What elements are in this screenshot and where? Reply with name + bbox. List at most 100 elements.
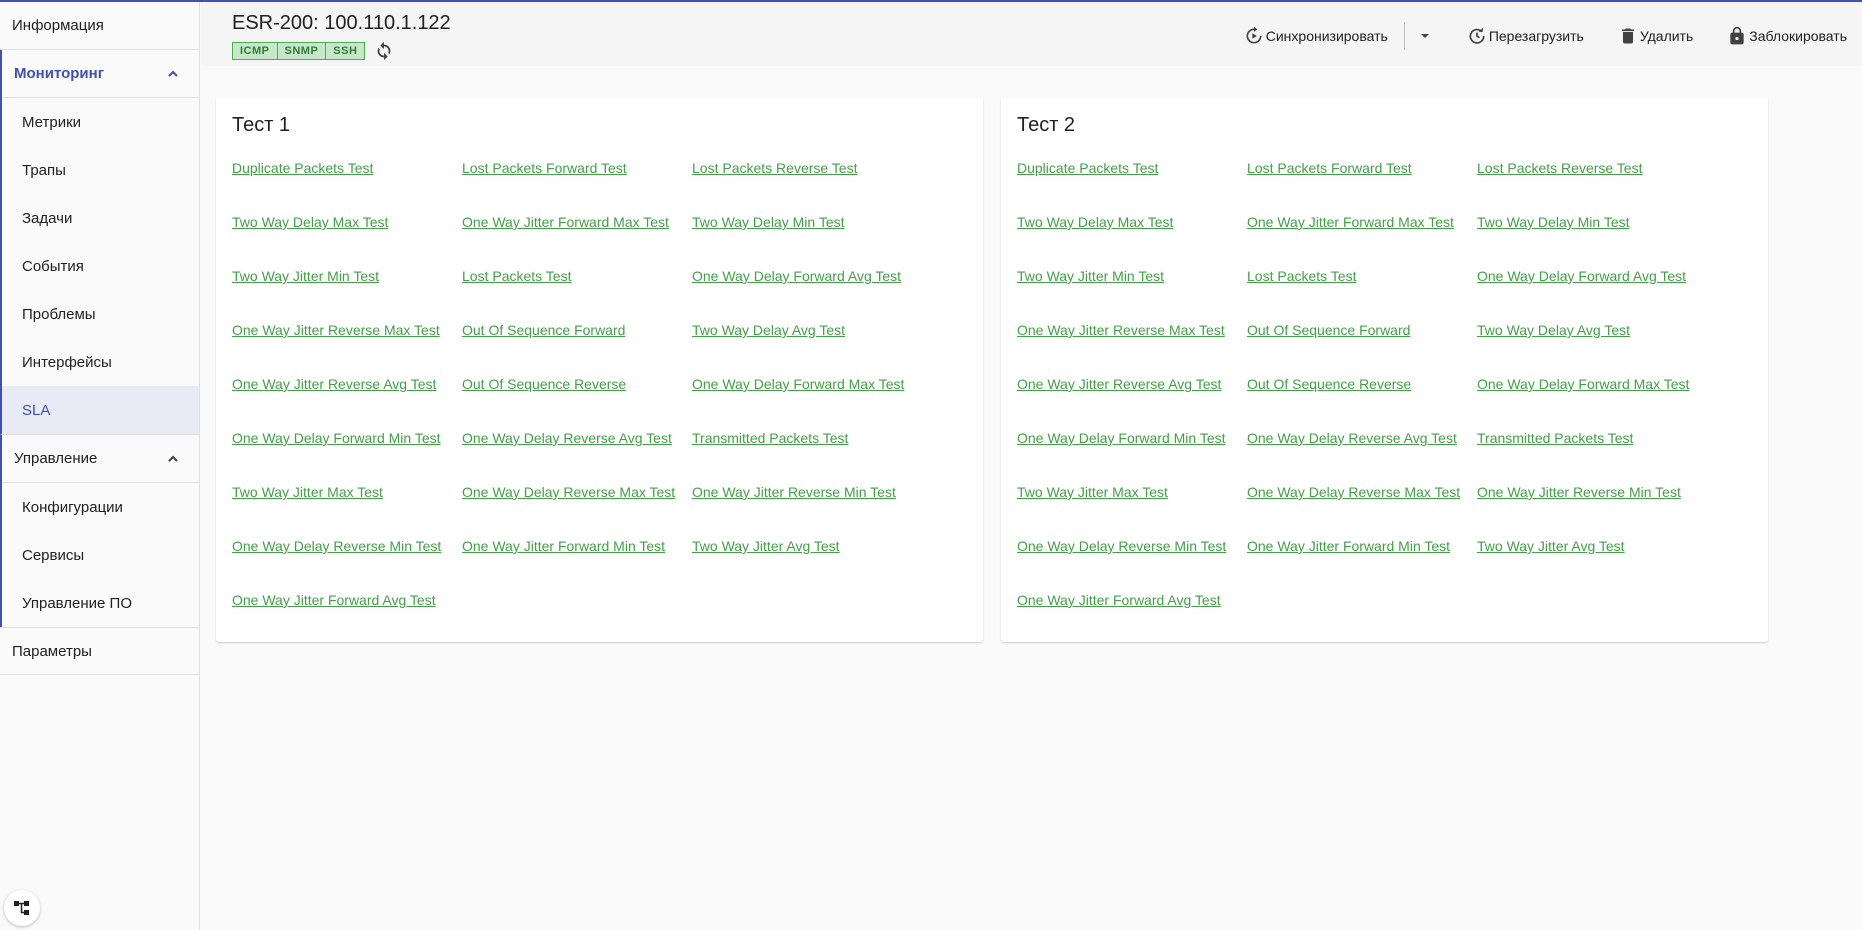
test-link[interactable]: Two Way Jitter Avg Test <box>692 538 922 592</box>
test-link[interactable]: Two Way Delay Avg Test <box>692 322 922 376</box>
test-link[interactable]: One Way Delay Forward Min Test <box>1017 430 1247 484</box>
caret-down-icon[interactable] <box>1417 28 1433 44</box>
test-link[interactable]: Two Way Delay Avg Test <box>1477 322 1707 376</box>
test-link[interactable]: Two Way Jitter Min Test <box>232 268 462 322</box>
test-link[interactable]: Two Way Jitter Avg Test <box>1477 538 1707 592</box>
sidebar-item-sla[interactable]: SLA <box>2 386 199 434</box>
sync-label: Синхронизировать <box>1265 28 1388 44</box>
sidebar-item-services[interactable]: Сервисы <box>2 531 199 579</box>
test-link[interactable]: Transmitted Packets Test <box>692 430 922 484</box>
sidebar-item-configurations[interactable]: Конфигурации <box>2 483 199 531</box>
test-link[interactable]: One Way Jitter Forward Min Test <box>1247 538 1477 592</box>
test-link[interactable]: Out Of Sequence Reverse <box>462 376 692 430</box>
test-link[interactable]: Transmitted Packets Test <box>1477 430 1707 484</box>
test-link[interactable]: One Way Jitter Reverse Min Test <box>692 484 922 538</box>
tree-icon <box>14 901 29 915</box>
sync-play-icon <box>1246 26 1262 44</box>
lock-icon <box>1730 26 1744 45</box>
card-title: Тест 1 <box>232 114 291 136</box>
sidebar-item-info[interactable]: Информация <box>0 2 199 50</box>
test-link[interactable]: One Way Delay Forward Avg Test <box>1477 268 1707 322</box>
test-link[interactable]: One Way Jitter Forward Min Test <box>462 538 692 592</box>
test-link[interactable]: One Way Jitter Reverse Max Test <box>1017 322 1247 376</box>
sidebar-group-label: Управление <box>14 450 98 467</box>
sidebar-item-traps[interactable]: Трапы <box>2 146 199 194</box>
test-link[interactable]: One Way Delay Reverse Avg Test <box>1247 430 1477 484</box>
test-link[interactable]: Lost Packets Test <box>462 268 692 322</box>
test-link[interactable]: One Way Jitter Forward Max Test <box>462 214 692 268</box>
refresh-icon[interactable] <box>373 40 395 62</box>
test-link[interactable]: Duplicate Packets Test <box>1017 160 1247 214</box>
test-link[interactable]: Two Way Delay Max Test <box>232 214 462 268</box>
reboot-button[interactable]: Перезагрузить <box>1467 26 1584 46</box>
test-link[interactable]: One Way Jitter Reverse Avg Test <box>1017 376 1247 430</box>
card-title: Тест 2 <box>1017 114 1076 136</box>
protocol-badges: ICMP SNMP SSH <box>232 40 395 62</box>
device-header: ESR-200: 100.110.1.122 ICMP SNMP SSH Син… <box>201 2 1862 66</box>
test-link[interactable]: One Way Jitter Forward Avg Test <box>1017 592 1247 646</box>
test-link[interactable]: Out Of Sequence Forward <box>1247 322 1477 376</box>
sidebar-item-interfaces[interactable]: Интерфейсы <box>2 338 199 386</box>
test-link[interactable]: Lost Packets Forward Test <box>462 160 692 214</box>
badge-icmp: ICMP <box>232 42 278 60</box>
test-link[interactable]: Duplicate Packets Test <box>232 160 462 214</box>
sidebar-item-params[interactable]: Параметры <box>0 627 199 675</box>
lock-button[interactable]: Заблокировать <box>1727 26 1847 46</box>
test-link[interactable]: One Way Jitter Forward Max Test <box>1247 214 1477 268</box>
sidebar-group-management-header[interactable]: Управление <box>2 435 199 483</box>
sidebar: Информация Мониторинг Метрики Трапы Зада… <box>0 2 200 930</box>
test-link[interactable]: Two Way Delay Min Test <box>1477 214 1707 268</box>
sidebar-group-monitoring-header[interactable]: Мониторинг <box>2 50 199 98</box>
test-card-2: Тест 2 Duplicate Packets Test Lost Packe… <box>1001 98 1768 642</box>
test-link[interactable]: One Way Delay Reverse Avg Test <box>462 430 692 484</box>
test-link[interactable]: Lost Packets Test <box>1247 268 1477 322</box>
test-link[interactable]: Two Way Delay Max Test <box>1017 214 1247 268</box>
chevron-up-icon <box>168 455 178 462</box>
header-actions: Синхронизировать Перезагрузить Удалить З… <box>1244 22 1847 50</box>
test-link[interactable]: Two Way Jitter Max Test <box>1017 484 1247 538</box>
test-link[interactable]: Two Way Jitter Max Test <box>232 484 462 538</box>
test-link[interactable]: One Way Delay Forward Max Test <box>1477 376 1707 430</box>
page-title: ESR-200: 100.110.1.122 <box>232 12 451 34</box>
test-link[interactable]: One Way Jitter Reverse Max Test <box>232 322 462 376</box>
sidebar-item-problems[interactable]: Проблемы <box>2 290 199 338</box>
test-link[interactable]: One Way Jitter Forward Avg Test <box>232 592 462 646</box>
reboot-label: Перезагрузить <box>1488 28 1584 44</box>
sidebar-item-metrics[interactable]: Метрики <box>2 98 199 146</box>
test-link[interactable]: Lost Packets Reverse Test <box>692 160 922 214</box>
test-card-1: Тест 1 Duplicate Packets Test Lost Packe… <box>216 98 983 642</box>
test-link[interactable]: Out Of Sequence Forward <box>462 322 692 376</box>
delete-button[interactable]: Удалить <box>1618 26 1693 46</box>
chevron-up-icon <box>168 70 178 77</box>
tree-view-button[interactable] <box>4 890 40 926</box>
test-link[interactable]: One Way Jitter Reverse Min Test <box>1477 484 1707 538</box>
divider <box>1403 22 1405 50</box>
test-link[interactable]: One Way Delay Reverse Max Test <box>1247 484 1477 538</box>
badge-ssh: SSH <box>326 42 366 60</box>
sync-button[interactable]: Синхронизировать <box>1244 26 1388 46</box>
sidebar-group-management: Управление Конфигурации Сервисы Управлен… <box>0 434 199 627</box>
test-link[interactable]: Out Of Sequence Reverse <box>1247 376 1477 430</box>
test-link[interactable]: One Way Jitter Reverse Avg Test <box>232 376 462 430</box>
delete-label: Удалить <box>1639 28 1694 44</box>
test-link[interactable]: One Way Delay Reverse Min Test <box>232 538 462 592</box>
test-link[interactable]: Lost Packets Forward Test <box>1247 160 1477 214</box>
test-link[interactable]: One Way Delay Forward Min Test <box>232 430 462 484</box>
test-link[interactable]: One Way Delay Reverse Max Test <box>462 484 692 538</box>
sidebar-item-software[interactable]: Управление ПО <box>2 579 199 627</box>
test-link[interactable]: Two Way Delay Min Test <box>692 214 922 268</box>
test-link[interactable]: One Way Delay Forward Max Test <box>692 376 922 430</box>
sidebar-item-tasks[interactable]: Задачи <box>2 194 199 242</box>
sidebar-item-events[interactable]: События <box>2 242 199 290</box>
test-link[interactable]: One Way Delay Reverse Min Test <box>1017 538 1247 592</box>
test-links: Duplicate Packets Test Lost Packets Forw… <box>232 160 972 646</box>
test-link[interactable]: Lost Packets Reverse Test <box>1477 160 1707 214</box>
test-link[interactable]: One Way Delay Forward Avg Test <box>692 268 922 322</box>
trash-icon <box>1621 28 1634 44</box>
lock-label: Заблокировать <box>1749 28 1847 44</box>
test-links: Duplicate Packets Test Lost Packets Forw… <box>1017 160 1757 646</box>
sidebar-group-monitoring: Мониторинг Метрики Трапы Задачи События … <box>0 50 199 434</box>
sidebar-group-label: Мониторинг <box>14 65 104 82</box>
restart-icon <box>1469 27 1485 44</box>
test-link[interactable]: Two Way Jitter Min Test <box>1017 268 1247 322</box>
